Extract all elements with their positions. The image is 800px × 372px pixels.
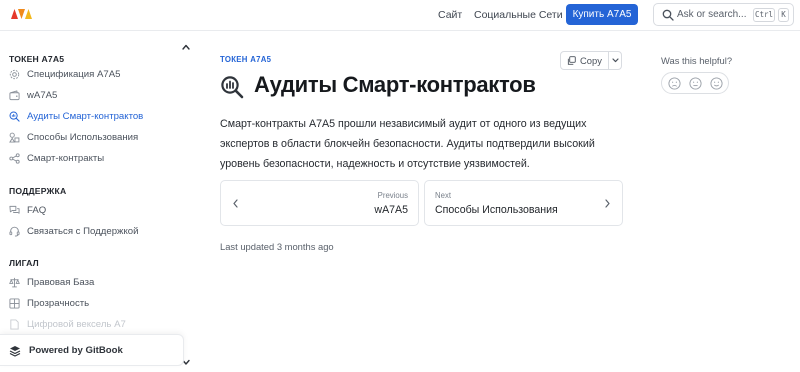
- previous-page-card[interactable]: Previous wA7A5: [220, 180, 419, 226]
- copy-label: Copy: [580, 55, 602, 66]
- nav-link-social[interactable]: Социальные Сети: [474, 9, 563, 21]
- feedback-rating: [661, 72, 729, 94]
- page-description: Смарт-контракты A7A5 прошли независимый …: [220, 118, 595, 170]
- sidebar-item-label: Смарт-контракты: [27, 153, 105, 164]
- copy-button-group: Copy: [560, 51, 622, 70]
- shortcut-key-ctrl: Ctrl: [753, 8, 775, 22]
- headset-icon: [9, 226, 20, 237]
- chevron-up-icon[interactable]: [181, 43, 191, 51]
- gitbook-icon: [9, 346, 21, 357]
- next-page-card[interactable]: Next Способы Использования: [424, 180, 623, 226]
- scale-icon: [9, 277, 20, 288]
- magnifier-chart-icon: [9, 111, 20, 122]
- sidebar-item-label: Прозрачность: [27, 298, 90, 309]
- search-input[interactable]: Ask or search... Ctrl K: [653, 3, 794, 26]
- happy-face-icon[interactable]: [710, 77, 723, 90]
- buy-a7a5-button[interactable]: Купить A7A5: [566, 4, 638, 25]
- sidebar-item-contact-support[interactable]: Связаться с Поддержкой: [0, 223, 190, 241]
- search-icon: [662, 9, 674, 21]
- breadcrumb[interactable]: ТОКЕН A7A5: [220, 55, 271, 64]
- shapes-icon: [9, 132, 20, 143]
- previous-page-title: wA7A5: [374, 204, 408, 216]
- previous-caption: Previous: [377, 191, 408, 200]
- chevron-left-icon: [233, 199, 238, 208]
- neutral-face-icon[interactable]: [689, 77, 702, 90]
- sidebar-item-legal-base[interactable]: Правовая База: [0, 274, 190, 292]
- chevron-right-icon: [605, 199, 610, 208]
- sidebar-item-label: Связаться с Поддержкой: [27, 226, 139, 237]
- next-page-title: Способы Использования: [435, 204, 558, 216]
- sidebar-item-audits[interactable]: Аудиты Смарт-контрактов: [0, 108, 190, 126]
- sidebar-item-label: Аудиты Смарт-контрактов: [27, 111, 144, 122]
- next-caption: Next: [435, 191, 452, 200]
- chevron-down-icon[interactable]: [609, 52, 622, 69]
- grid-icon: [9, 298, 20, 309]
- sidebar-section-support-title: ПОДДЕРЖКА: [9, 186, 67, 196]
- sidebar-item-faq[interactable]: FAQ: [0, 202, 190, 220]
- top-header: Сайт Социальные Сети Купить A7A5 Ask or …: [0, 0, 800, 31]
- a7a5-logo-icon[interactable]: [11, 9, 33, 19]
- gear-icon: [9, 69, 20, 80]
- sidebar-section-legal-title: ЛИГАЛ: [9, 258, 39, 268]
- sidebar-item-label: Спецификация A7A5: [27, 69, 121, 80]
- sidebar-item-label: Цифровой вексель A7: [27, 319, 126, 330]
- shortcut-key-k: K: [778, 8, 789, 22]
- page-title: Аудиты Смарт-контрактов: [254, 72, 536, 97]
- sidebar-item-label: Способы Использования: [27, 132, 139, 143]
- sidebar-item-label: Правовая База: [27, 277, 95, 288]
- powered-by-gitbook-link[interactable]: Powered by GitBook: [0, 334, 184, 366]
- sidebar-item-use-cases[interactable]: Способы Использования: [0, 129, 190, 147]
- search-placeholder: Ask or search...: [677, 9, 747, 20]
- wallet-icon: [9, 90, 20, 101]
- sidebar-item-specification[interactable]: Спецификация A7A5: [0, 66, 190, 84]
- sidebar-section-token-title: ТОКЕН A7A5: [9, 54, 65, 64]
- powered-by-label: Powered by GitBook: [29, 345, 123, 356]
- sidebar-item-smart-contracts[interactable]: Смарт-контракты: [0, 150, 190, 168]
- chat-bubbles-icon: [9, 205, 20, 214]
- sidebar-item-label: FAQ: [27, 205, 47, 216]
- copy-page-button[interactable]: Copy: [561, 52, 608, 69]
- nodes-icon: [9, 153, 20, 164]
- document-icon: [10, 319, 19, 330]
- magnifier-chart-icon: [221, 76, 244, 99]
- sidebar-item-wa7a5[interactable]: wA7A5: [0, 87, 190, 105]
- sidebar-item-label: wA7A5: [27, 90, 58, 101]
- feedback-question: Was this helpful?: [661, 55, 733, 66]
- copy-icon: [567, 56, 576, 65]
- last-updated-text: Last updated 3 months ago: [220, 241, 334, 252]
- sidebar-item-digital-bill[interactable]: Цифровой вексель A7: [0, 316, 190, 334]
- sidebar-item-transparency[interactable]: Прозрачность: [0, 295, 190, 313]
- nav-link-site[interactable]: Сайт: [438, 9, 462, 21]
- sad-face-icon[interactable]: [668, 77, 681, 90]
- sidebar: ТОКЕН A7A5 Спецификация A7A5 wA7A5 Аудит…: [0, 31, 196, 372]
